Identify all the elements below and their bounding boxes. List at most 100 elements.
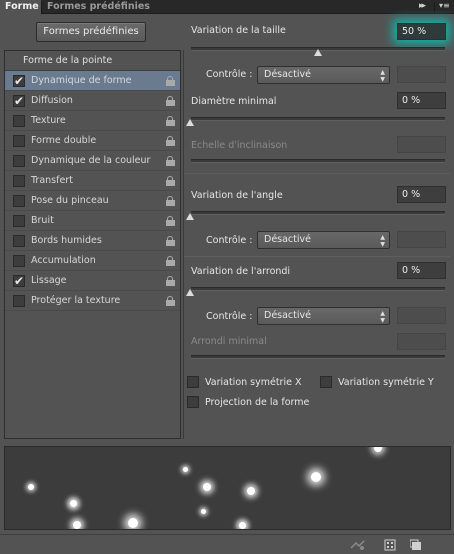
panel-bottom-toolbar <box>0 534 454 554</box>
select-arrows-icon: ▲ ▼ <box>380 234 385 248</box>
lock-icon[interactable] <box>166 96 175 106</box>
angle-control-select[interactable]: Désactivé ▲ ▼ <box>257 231 390 249</box>
brush-tip-shape-item[interactable]: Forme de la pointe <box>5 51 180 71</box>
brush-setting-checkbox[interactable] <box>13 271 25 291</box>
brush-projection-checkbox[interactable] <box>187 396 199 408</box>
tab-brush-presets[interactable]: Formes prédéfinies <box>42 0 155 14</box>
brush-setting-checkbox[interactable] <box>13 295 25 307</box>
collapse-panel-icon[interactable]: ▸▸ <box>419 1 426 11</box>
size-control-field <box>397 66 446 83</box>
brush-setting-label: Lissage <box>31 275 67 286</box>
size-control-value: Désactivé <box>264 69 311 80</box>
toggle-live-tip-preview-icon[interactable] <box>350 539 365 551</box>
brush-setting-item[interactable]: Protéger la texture <box>5 291 180 311</box>
roundness-jitter-slider-thumb[interactable] <box>186 289 194 296</box>
brush-setting-item[interactable]: Dynamique de forme <box>5 71 180 91</box>
tilt-scale-label: Echelle d'inclinaison <box>191 140 288 151</box>
lock-icon[interactable] <box>166 256 175 266</box>
size-control-select[interactable]: Désactivé ▲ ▼ <box>257 66 390 84</box>
roundness-control-value: Désactivé <box>264 310 311 321</box>
angle-jitter-slider[interactable] <box>191 211 445 215</box>
brush-setting-checkbox[interactable] <box>13 195 25 207</box>
brush-setting-label: Bords humides <box>31 235 102 246</box>
preview-dab <box>128 518 138 528</box>
size-jitter-field[interactable]: 50 % <box>397 23 446 40</box>
tilt-scale-field <box>397 136 446 153</box>
roundness-control-select[interactable]: Désactivé ▲ ▼ <box>257 307 390 325</box>
roundness-jitter-slider[interactable] <box>191 287 445 291</box>
preview-dab <box>70 500 77 507</box>
brush-setting-item[interactable]: Texture <box>5 111 180 131</box>
lock-icon[interactable] <box>166 236 175 246</box>
divider <box>183 50 184 439</box>
brush-setting-item[interactable]: Dynamique de la couleur <box>5 151 180 171</box>
brush-setting-checkbox[interactable] <box>13 71 25 91</box>
flip-x-label: Variation symétrie X <box>205 377 302 388</box>
tab-brush[interactable]: Forme <box>0 0 41 14</box>
preview-dab <box>239 522 246 529</box>
lock-icon[interactable] <box>166 296 175 306</box>
preview-dab <box>201 509 206 514</box>
min-diameter-field[interactable]: 0 % <box>397 92 446 109</box>
lock-icon[interactable] <box>166 136 175 146</box>
brush-setting-label: Pose du pinceau <box>31 195 109 206</box>
select-arrows-icon: ▲ ▼ <box>380 69 385 83</box>
brush-setting-item[interactable]: Bruit <box>5 211 180 231</box>
brush-projection-label: Projection de la forme <box>205 397 310 408</box>
brush-setting-label: Protéger la texture <box>31 295 121 306</box>
brush-setting-item[interactable]: Accumulation <box>5 251 180 271</box>
brush-setting-checkbox[interactable] <box>13 255 25 267</box>
brush-setting-checkbox[interactable] <box>13 91 25 111</box>
create-new-brush-icon[interactable] <box>409 539 422 551</box>
brush-setting-item[interactable]: Lissage <box>5 271 180 291</box>
lock-icon[interactable] <box>166 116 175 126</box>
angle-jitter-field[interactable]: 0 % <box>397 186 446 203</box>
min-roundness-slider <box>191 355 445 359</box>
brush-setting-label: Texture <box>31 115 66 126</box>
panel-tab-bar: Forme Formes prédéfinies ▸▸ ▾≡ <box>0 0 454 14</box>
min-diameter-slider[interactable] <box>191 117 445 121</box>
flip-x-checkbox[interactable] <box>187 376 199 388</box>
brush-setting-checkbox[interactable] <box>13 135 25 147</box>
brush-setting-item[interactable]: Diffusion <box>5 91 180 111</box>
flip-y-checkbox[interactable] <box>320 376 332 388</box>
select-arrows-icon: ▲ ▼ <box>380 310 385 324</box>
preview-dab <box>203 483 211 491</box>
brush-setting-item[interactable]: Forme double <box>5 131 180 151</box>
brush-setting-label: Dynamique de forme <box>31 75 132 86</box>
brush-presets-button[interactable]: Formes prédéfinies <box>36 22 146 42</box>
size-control-label: Contrôle : <box>206 69 253 80</box>
brush-setting-checkbox[interactable] <box>13 215 25 227</box>
size-jitter-slider-thumb[interactable] <box>314 49 322 56</box>
brush-setting-label: Transfert <box>31 175 73 186</box>
brush-setting-checkbox[interactable] <box>13 175 25 187</box>
lock-icon[interactable] <box>166 176 175 186</box>
angle-control-field <box>397 231 446 248</box>
panel-menu-icon[interactable]: ▾≡ <box>434 1 450 12</box>
open-preset-manager-icon[interactable] <box>384 539 396 551</box>
roundness-jitter-field[interactable]: 0 % <box>397 262 446 279</box>
roundness-control-field <box>397 307 446 324</box>
lock-icon[interactable] <box>166 196 175 206</box>
roundness-control-label: Contrôle : <box>206 311 253 322</box>
angle-jitter-slider-thumb[interactable] <box>186 213 194 220</box>
brush-setting-item[interactable]: Bords humides <box>5 231 180 251</box>
brush-setting-checkbox[interactable] <box>13 235 25 247</box>
brush-setting-checkbox[interactable] <box>13 115 25 127</box>
preview-dab <box>311 472 321 482</box>
brush-setting-item[interactable]: Transfert <box>5 171 180 191</box>
preview-dab <box>73 521 81 529</box>
brush-setting-item[interactable]: Pose du pinceau <box>5 191 180 211</box>
brush-setting-label: Diffusion <box>31 95 73 106</box>
brush-setting-label: Accumulation <box>31 255 96 266</box>
brush-settings-list: Forme de la pointe Dynamique de forme Dif… <box>4 50 181 439</box>
brush-setting-checkbox[interactable] <box>13 155 25 167</box>
angle-control-label: Contrôle : <box>206 235 253 246</box>
roundness-jitter-label: Variation de l'arrondi <box>191 266 291 277</box>
lock-icon[interactable] <box>166 76 175 86</box>
min-diameter-slider-thumb[interactable] <box>186 119 194 126</box>
lock-icon[interactable] <box>166 156 175 166</box>
lock-icon[interactable] <box>166 276 175 286</box>
lock-icon[interactable] <box>166 216 175 226</box>
min-roundness-label: Arrondi minimal <box>191 336 267 347</box>
